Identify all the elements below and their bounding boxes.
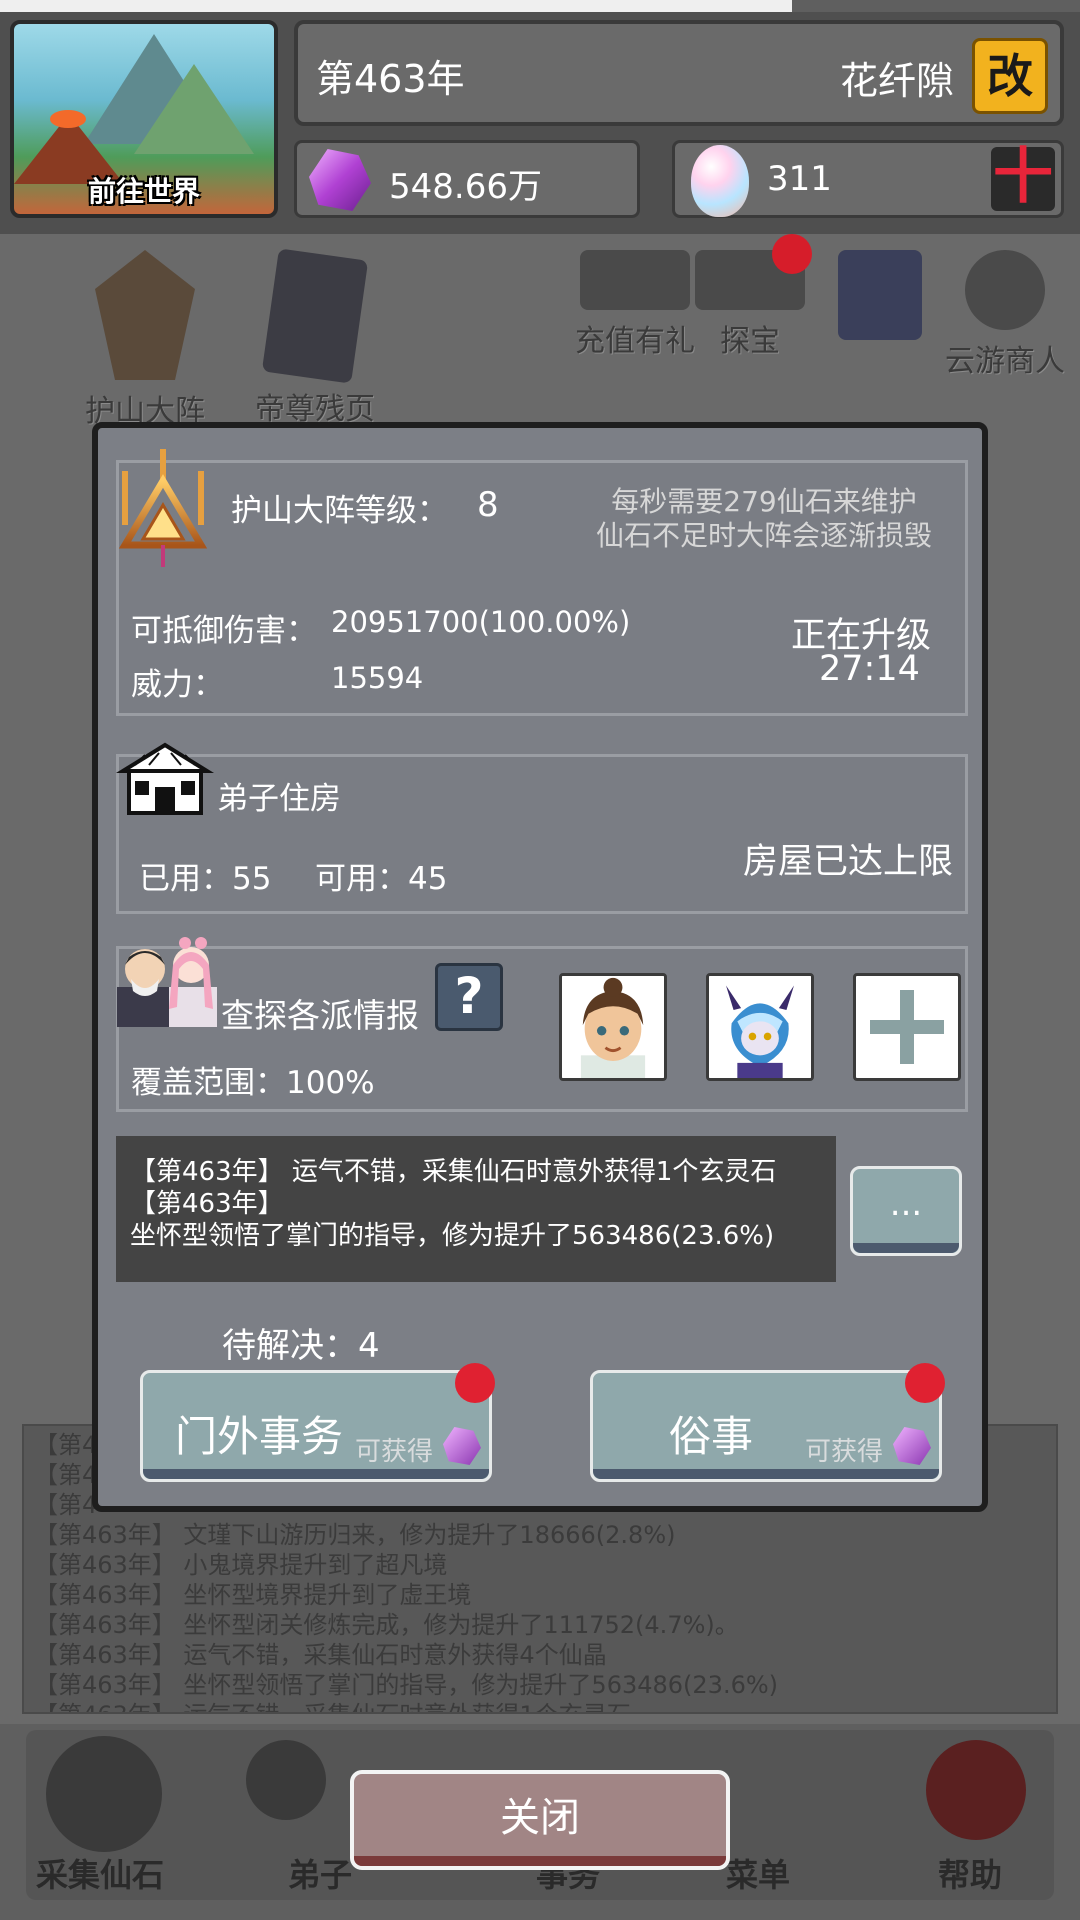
secular-affairs-label: 俗事 bbox=[669, 1412, 754, 1461]
demon-disciple-portrait bbox=[709, 976, 811, 1078]
go-to-world-button[interactable]: 前往世界 bbox=[10, 20, 278, 218]
year-label: 第463年 bbox=[316, 57, 465, 101]
couple-portrait-icon bbox=[117, 937, 217, 1027]
secular-affairs-button[interactable]: 俗事 可获得 bbox=[590, 1363, 945, 1482]
map-lava-icon bbox=[50, 110, 86, 128]
scene-treasure-label: 探宝 bbox=[720, 324, 780, 359]
event-log-line: 【第463年】 文瑾下山游历归来，修为提升了18666(2.8%) bbox=[34, 1521, 676, 1549]
house-icon bbox=[115, 742, 215, 815]
scene-mountain-array[interactable]: 护山大阵 bbox=[70, 250, 220, 430]
map-hill-icon bbox=[134, 64, 254, 154]
merchant-icon bbox=[965, 250, 1045, 330]
array-note-line2: 仙石不足时大阵会逐渐损毁 bbox=[595, 519, 932, 552]
mountain-array-icon bbox=[95, 250, 195, 380]
book-page-icon bbox=[261, 248, 369, 384]
outside-affairs-notification-dot bbox=[455, 1363, 495, 1403]
upgrade-timer: 27:14 bbox=[819, 649, 920, 689]
outside-affairs-button[interactable]: 门外事务 可获得 bbox=[140, 1363, 495, 1482]
recent-log-line: 【第463年】 bbox=[130, 1189, 284, 1219]
array-maintenance-note: 每秒需要279仙石来维护 仙石不足时大阵会逐渐损毁 bbox=[579, 485, 949, 553]
intel-section: 查探各派情报 ? 覆盖范围：100% bbox=[116, 937, 968, 1112]
scene-gift-box[interactable] bbox=[830, 250, 930, 346]
spirit-egg-amount: 311 bbox=[767, 159, 832, 199]
spirit-stone-amount: 548.66万 bbox=[389, 167, 542, 207]
housing-used: 已用：55 bbox=[139, 861, 272, 897]
reward-stone-icon bbox=[893, 1427, 931, 1465]
outside-affairs-reward-label: 可获得 bbox=[354, 1437, 433, 1467]
recent-log-line: 【第463年】 运气不错，采集仙石时意外获得1个玄灵石 bbox=[130, 1157, 777, 1187]
event-log-line: 【第463年】 小鬼境界提升到了超凡境 bbox=[34, 1551, 448, 1579]
nav-gather-stone[interactable]: 采集仙石 bbox=[36, 1850, 164, 1896]
scene-wandering-merchant-label: 云游商人 bbox=[945, 344, 1065, 379]
scene-recharge-gift-label: 充值有礼 bbox=[575, 324, 695, 359]
pending-count: 待解决：4 bbox=[222, 1326, 380, 1366]
disciple-housing-section: 弟子住房 已用：55 可用：45 房屋已达上限 bbox=[115, 742, 968, 914]
array-note-line1: 每秒需要279仙石来维护 bbox=[611, 485, 917, 518]
array-level-label: 护山大阵等级： bbox=[231, 493, 448, 529]
help-icon bbox=[926, 1740, 1026, 1840]
array-level-value: 8 bbox=[477, 485, 499, 525]
nav-disciples[interactable]: 弟子 bbox=[288, 1850, 352, 1896]
recharge-characters-icon bbox=[580, 250, 690, 310]
more-log-button[interactable]: ... bbox=[850, 1166, 962, 1256]
male-disciple-portrait bbox=[562, 976, 664, 1078]
housing-title: 弟子住房 bbox=[217, 781, 341, 817]
housing-available: 可用：45 bbox=[315, 861, 448, 897]
power-value: 15594 bbox=[331, 661, 424, 695]
intel-title: 查探各派情报 bbox=[221, 996, 419, 1035]
reward-stone-icon bbox=[443, 1427, 481, 1465]
secular-affairs-notification-dot bbox=[905, 1363, 945, 1403]
spirit-stone-icon bbox=[309, 149, 371, 211]
add-spy-slot-button[interactable] bbox=[853, 973, 961, 1081]
loading-strip bbox=[0, 0, 792, 12]
outside-affairs-label: 门外事务 bbox=[175, 1412, 344, 1461]
spirit-egg-counter: 311 十 bbox=[672, 140, 1064, 218]
sect-info-dialog: 护山大阵等级： 8 每秒需要279仙石来维护 仙石不足时大阵会逐渐损毁 可抵御伤… bbox=[92, 422, 988, 1512]
mountain-array-icon bbox=[118, 449, 208, 567]
power-label: 威力： bbox=[131, 667, 224, 703]
event-log-line: 【第463年】 坐怀型闭关修炼完成，修为提升了111752(4.7%)。 bbox=[34, 1611, 739, 1639]
scene-emperor-page[interactable]: 帝尊残页 bbox=[240, 248, 390, 428]
event-log-line: 【第463年】 运气不错，采集仙石时意外获得4个仙晶 bbox=[34, 1641, 607, 1669]
scene-wandering-merchant[interactable]: 云游商人 bbox=[930, 250, 1080, 380]
recent-log-line: 坐怀型领悟了掌门的指导，修为提升了563486(23.6%) bbox=[130, 1221, 775, 1251]
intel-help-button[interactable]: ? bbox=[435, 963, 503, 1031]
housing-status: 房屋已达上限 bbox=[743, 842, 954, 882]
close-button[interactable]: 关闭 bbox=[350, 1770, 730, 1870]
disciple-icon bbox=[246, 1740, 326, 1820]
nav-menu[interactable]: 菜单 bbox=[726, 1850, 790, 1896]
gather-stone-icon bbox=[46, 1736, 162, 1852]
player-name: 花纤隙 bbox=[839, 59, 954, 103]
nav-help[interactable]: 帮助 bbox=[938, 1850, 1002, 1896]
spirit-stone-counter: 548.66万 bbox=[294, 140, 640, 218]
spirit-egg-icon bbox=[691, 145, 749, 217]
recent-event-log: 【第463年】 运气不错，采集仙石时意外获得1个玄灵石 【第463年】 坐怀型领… bbox=[116, 1136, 836, 1282]
defense-label: 可抵御伤害： bbox=[131, 613, 317, 649]
treasure-notification-dot bbox=[772, 234, 812, 274]
intel-coverage: 覆盖范围：100% bbox=[131, 1065, 375, 1101]
defense-value: 20951700(100.00%) bbox=[331, 605, 631, 639]
secular-affairs-reward-label: 可获得 bbox=[804, 1437, 883, 1467]
mountain-array-section: 护山大阵等级： 8 每秒需要279仙石来维护 仙石不足时大阵会逐渐损毁 可抵御伤… bbox=[116, 449, 968, 716]
rename-button[interactable]: 改 bbox=[972, 38, 1048, 114]
gift-box-icon bbox=[838, 250, 922, 340]
event-log-line: 【第463年】 运气不错，采集仙石时意外获得1个玄灵石 bbox=[34, 1700, 1046, 1712]
spy-slot-2[interactable] bbox=[706, 973, 814, 1081]
add-currency-button[interactable]: 十 bbox=[991, 147, 1055, 211]
year-name-panel: 第463年 花纤隙 改 bbox=[294, 20, 1064, 126]
spy-slot-1[interactable] bbox=[559, 973, 667, 1081]
event-log-line: 【第463年】 坐怀型境界提升到了虚王境 bbox=[34, 1581, 472, 1609]
go-to-world-label: 前往世界 bbox=[87, 175, 200, 208]
event-log-line: 【第463年】 坐怀型领悟了掌门的指导，修为提升了563486(23.6%) bbox=[34, 1671, 779, 1699]
